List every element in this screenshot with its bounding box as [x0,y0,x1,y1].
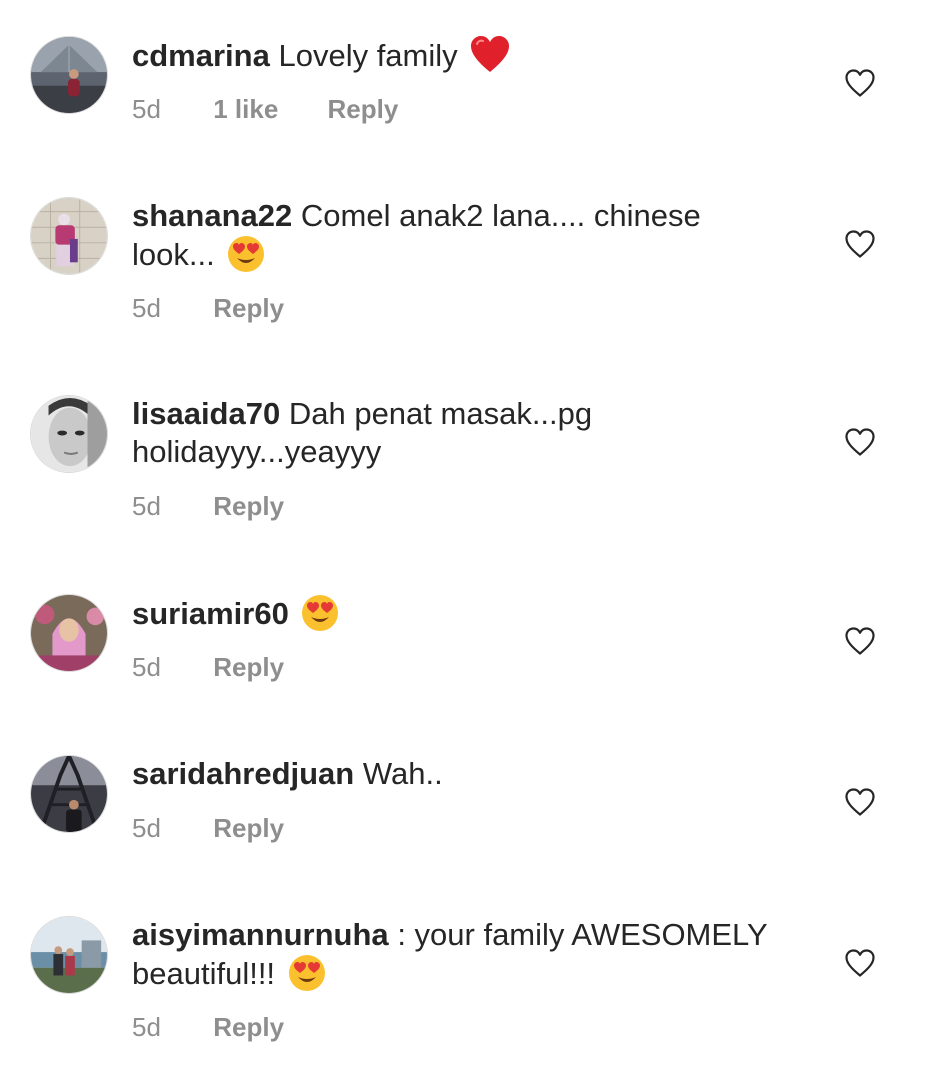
comment-meta: 5d Reply [132,491,284,521]
comment-text: suriamir60 [132,594,772,641]
comment-text: saridahredjuan Wah.. [132,755,772,793]
comment-meta: 5d Reply [132,293,284,323]
heart-outline-icon[interactable] [844,427,876,457]
avatar[interactable] [30,594,108,672]
heart-outline-icon[interactable] [844,787,876,817]
username[interactable]: shanana22 [132,198,292,233]
reply-button[interactable]: Reply [213,293,284,323]
username[interactable]: aisyimannurnuha [132,917,389,952]
comment-body: Lovely family [278,38,458,73]
reply-button[interactable]: Reply [328,94,399,124]
comment-meta: 5d 1 like Reply [132,94,398,124]
avatar-photo [31,396,107,472]
comment-body: Wah.. [362,756,443,791]
timestamp: 5d [132,491,161,521]
avatar[interactable] [30,197,108,275]
heart-outline-icon[interactable] [844,948,876,978]
comment-meta: 5d Reply [132,652,284,682]
avatar-photo [31,917,107,993]
avatar[interactable] [30,916,108,994]
username[interactable]: cdmarina [132,38,270,73]
avatar-photo [31,37,107,113]
username[interactable]: suriamir60 [132,596,289,631]
timestamp: 5d [132,813,161,843]
timestamp: 5d [132,1012,161,1042]
reply-button[interactable]: Reply [213,1012,284,1042]
comment-text: aisyimannurnuha : your family AWESOMELY … [132,916,772,1001]
heart-eyes-emoji-icon [301,594,339,641]
heart-outline-icon[interactable] [844,229,876,259]
username[interactable]: lisaaida70 [132,396,280,431]
red-heart-emoji-icon [470,36,510,83]
reply-button[interactable]: Reply [213,652,284,682]
avatar[interactable] [30,755,108,833]
avatar-photo [31,756,107,832]
heart-outline-icon[interactable] [844,626,876,656]
comment-text: lisaaida70 Dah penat masak...pg holidayy… [132,395,772,471]
comment-text: shanana22 Comel anak2 lana.... chinese l… [132,197,772,282]
timestamp: 5d [132,293,161,323]
heart-outline-icon[interactable] [844,68,876,98]
reply-button[interactable]: Reply [213,813,284,843]
avatar-photo [31,595,107,671]
timestamp: 5d [132,652,161,682]
heart-eyes-emoji-icon [227,235,265,282]
avatar-photo [31,198,107,274]
timestamp: 5d [132,94,161,124]
username[interactable]: saridahredjuan [132,756,354,791]
like-count[interactable]: 1 like [213,94,278,124]
avatar[interactable] [30,36,108,114]
comment-text: cdmarina Lovely family [132,36,772,83]
heart-eyes-emoji-icon [288,954,326,1001]
comment-meta: 5d Reply [132,1012,284,1042]
reply-button[interactable]: Reply [213,491,284,521]
avatar[interactable] [30,395,108,473]
comment-meta: 5d Reply [132,813,284,843]
